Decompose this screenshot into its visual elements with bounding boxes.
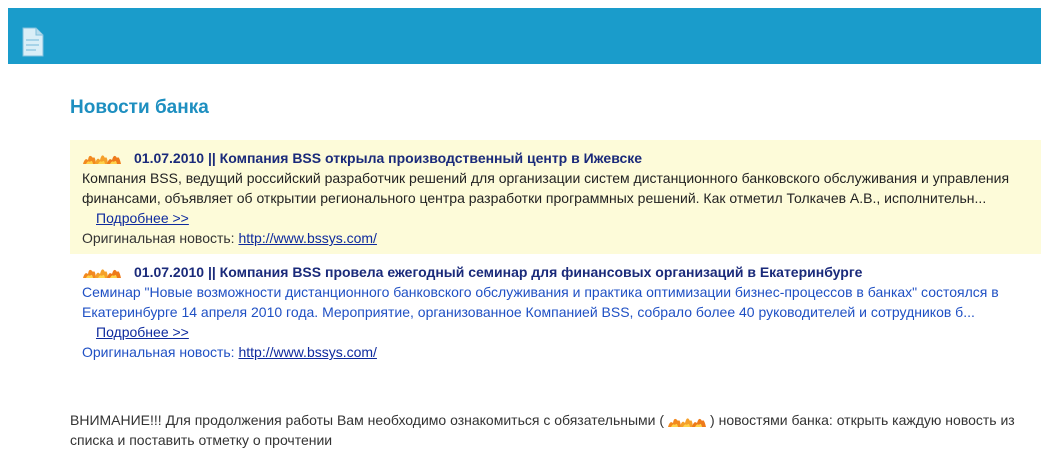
news-item: 01.07.2010 || Компания BSS открыла произ… bbox=[70, 140, 1041, 254]
flame-icon bbox=[668, 418, 707, 427]
top-bar bbox=[0, 0, 1041, 64]
read-more-link[interactable]: Подробнее >> bbox=[96, 210, 189, 226]
news-summary: Семинар "Новые возможности дистанционног… bbox=[82, 284, 999, 340]
read-more-link[interactable]: Подробнее >> bbox=[96, 324, 189, 340]
original-news-line: Оригинальная новость: http://www.bssys.c… bbox=[82, 342, 1031, 362]
original-news-label: Оригинальная новость: bbox=[82, 230, 235, 246]
header-banner bbox=[8, 8, 1041, 64]
news-headline[interactable]: 01.07.2010 || Компания BSS открыла произ… bbox=[134, 148, 642, 168]
mandatory-news-notice: ВНИМАНИЕ!!! Для продолжения работы Вам н… bbox=[70, 410, 1030, 450]
page-title: Новости банка bbox=[70, 97, 209, 118]
news-list: 01.07.2010 || Компания BSS открыла произ… bbox=[70, 140, 1041, 368]
news-headline[interactable]: 01.07.2010 || Компания BSS провела ежего… bbox=[134, 262, 862, 282]
flame-icon bbox=[83, 155, 121, 164]
news-summary: Компания BSS, ведущий российский разрабо… bbox=[82, 170, 1010, 226]
document-icon[interactable] bbox=[21, 26, 45, 58]
notice-text-start: ВНИМАНИЕ!!! Для продолжения работы Вам н… bbox=[70, 412, 665, 428]
flame-icon bbox=[83, 269, 121, 278]
news-item: 01.07.2010 || Компания BSS провела ежего… bbox=[70, 254, 1041, 368]
original-news-label: Оригинальная новость: bbox=[82, 344, 235, 360]
original-news-line: Оригинальная новость: http://www.bssys.c… bbox=[82, 228, 1031, 248]
original-news-link[interactable]: http://www.bssys.com/ bbox=[238, 230, 376, 246]
original-news-link[interactable]: http://www.bssys.com/ bbox=[238, 344, 376, 360]
